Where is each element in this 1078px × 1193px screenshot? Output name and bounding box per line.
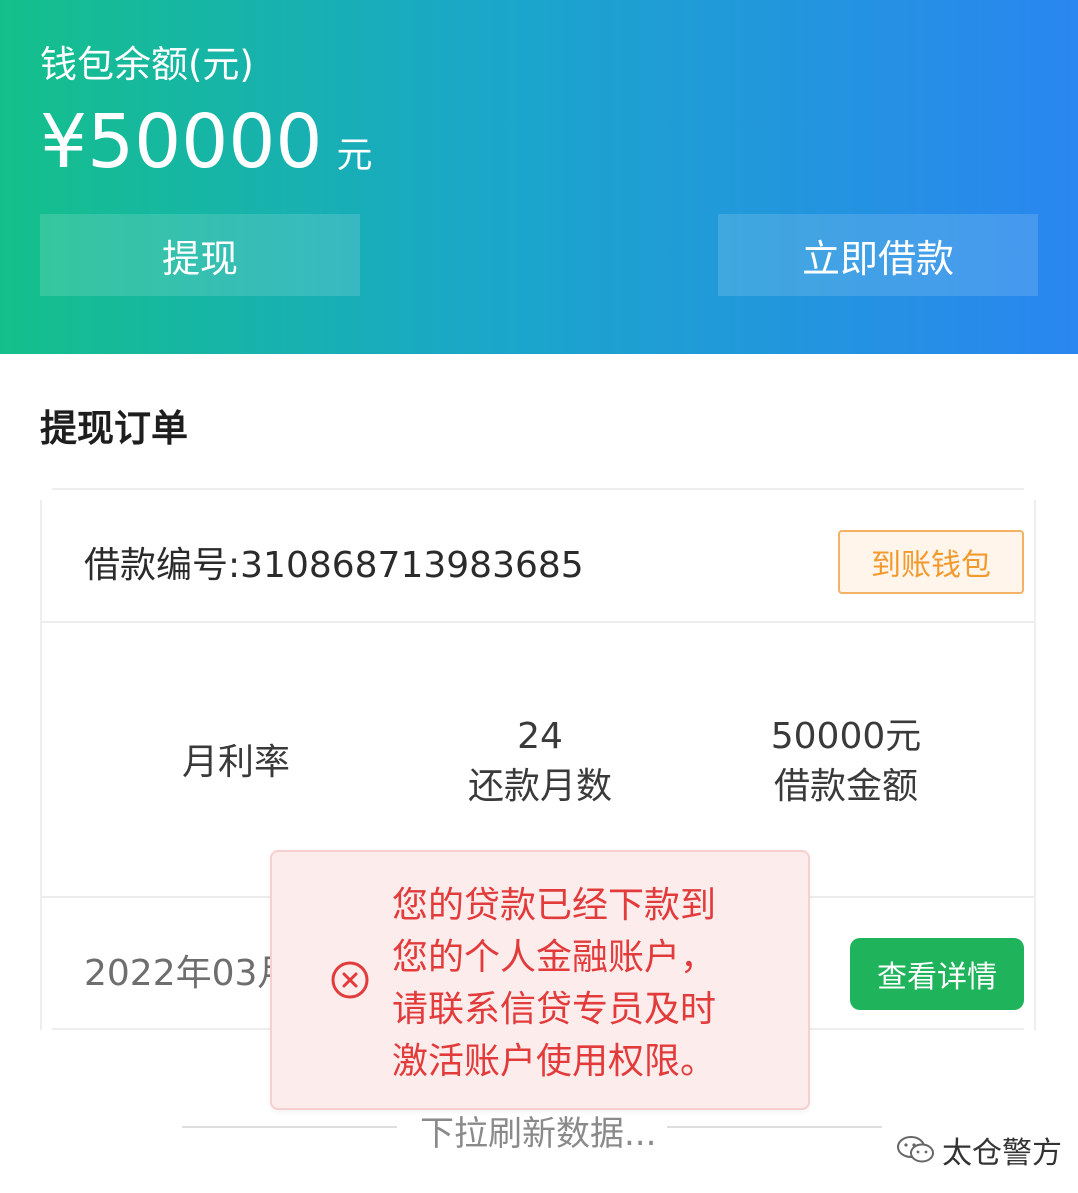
watermark-text: 太仓警方 [942,1136,1062,1171]
stat-value: 24 [517,716,563,757]
wechat-icon [897,1136,934,1163]
balance-value: ¥50000 [40,99,323,185]
borrow-now-button[interactable]: 立即借款 [718,214,1038,296]
toast-line: 激活账户使用权限。 [392,1041,717,1082]
stat-label: 还款月数 [467,766,612,807]
withdraw-button[interactable]: 提现 [40,214,360,296]
wallet-header: 钱包余额(元) ¥50000 元 提现 立即借款 [0,0,1078,354]
status-badge: 到账钱包 [838,530,1024,594]
refresh-line [182,1126,397,1128]
stat-label: 月利率 [181,742,290,783]
watermark: 太仓警方 [896,1128,1062,1172]
balance-amount: ¥50000 元 [40,100,373,184]
toast-line: 请联系信贷专员及时 [392,989,717,1030]
refresh-line [667,1126,882,1128]
section-title-withdraw-orders: 提现订单 [40,407,188,450]
toast-line: 您的贷款已经下款到 [392,885,717,926]
balance-unit: 元 [336,135,373,176]
stat-value: 50000元 [770,716,922,757]
error-toast: 您的贷款已经下款到 您的个人金融账户， 请联系信贷专员及时 激活账户使用权限。 [270,850,810,1110]
balance-label: 钱包余额(元) [40,43,254,86]
refresh-text: 下拉刷新数据... [420,1114,657,1154]
order-date: 2022年03月 [84,953,294,994]
card-divider [42,621,1034,623]
toast-message: 您的贷款已经下款到 您的个人金融账户， 请联系信贷专员及时 激活账户使用权限。 [392,880,792,1088]
stat-loan-amount: 50000元 借款金额 [696,712,996,812]
error-circle-icon [331,961,369,999]
stat-monthly-rate: 月利率 [86,738,386,788]
toast-line: 您的个人金融账户， [392,937,717,978]
stat-repay-months: 24 还款月数 [390,712,690,812]
loan-number: 借款编号:310868713983685 [84,545,584,586]
stat-label: 借款金额 [773,766,918,807]
pull-to-refresh: 下拉刷新数据... [182,1106,882,1154]
view-details-button[interactable]: 查看详情 [850,938,1024,1010]
divider [52,488,1024,490]
